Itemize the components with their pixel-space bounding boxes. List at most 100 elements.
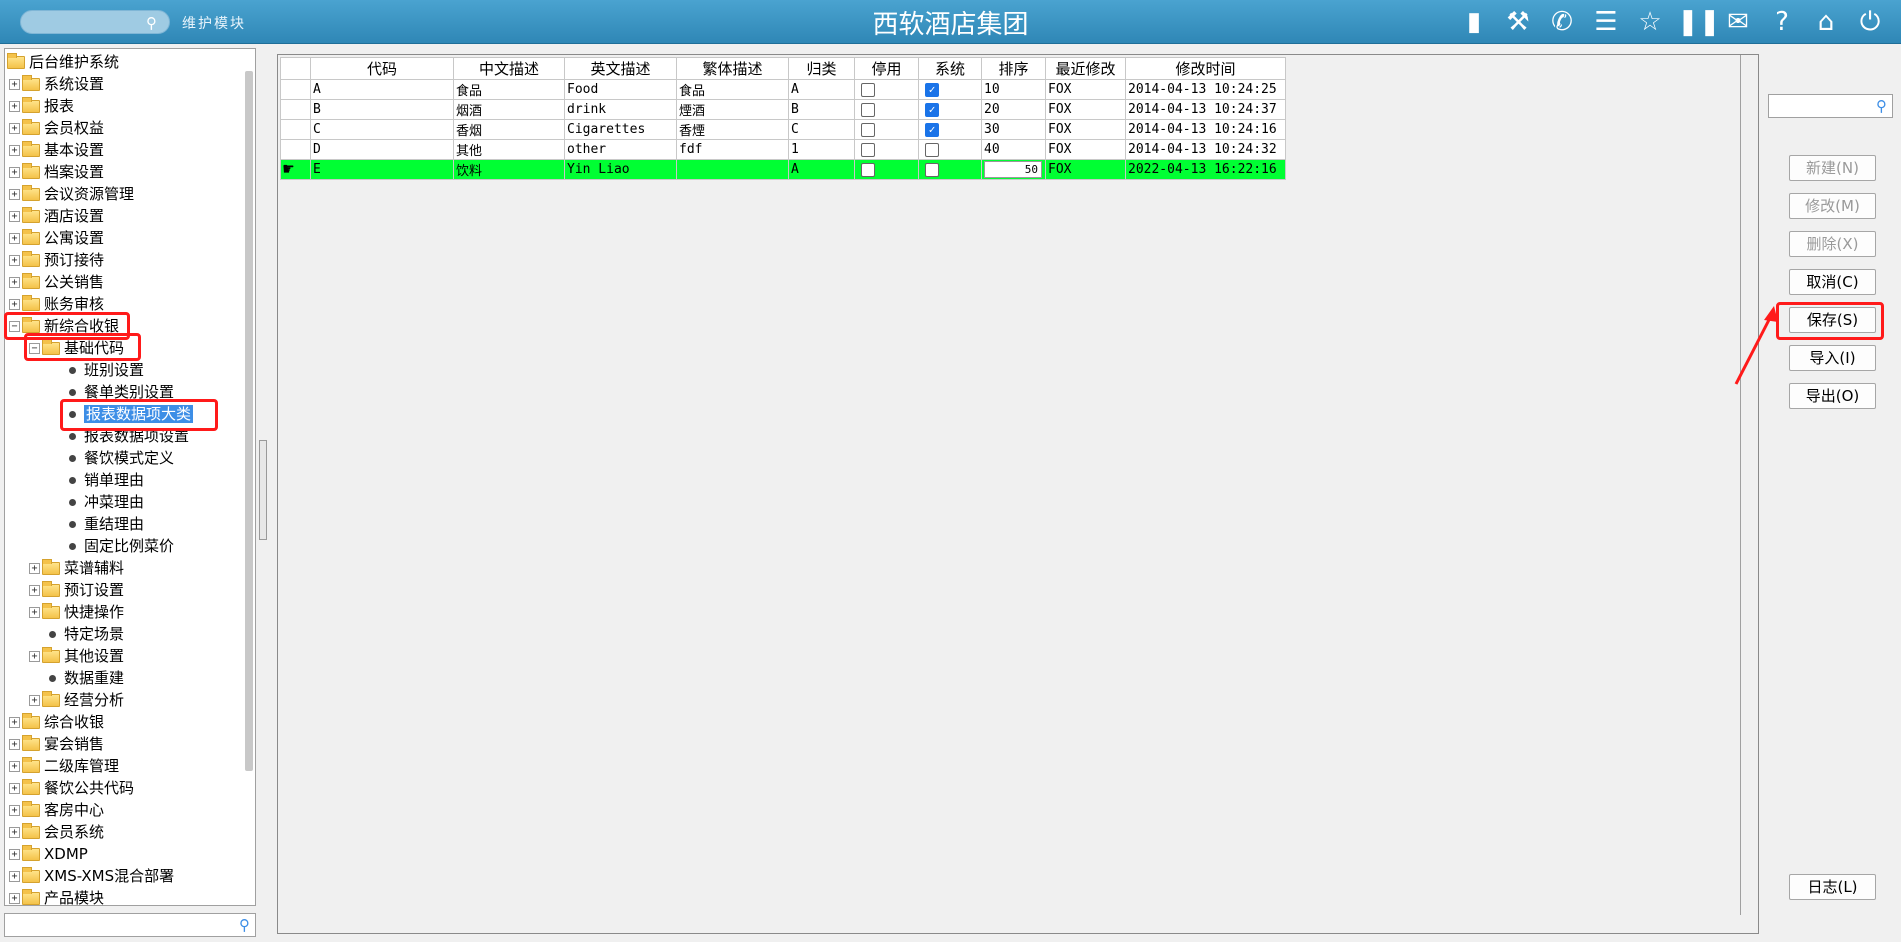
expand-icon[interactable]: + — [9, 233, 20, 244]
col-header[interactable]: 系统 — [918, 57, 982, 80]
cell-cn[interactable]: 烟酒 — [453, 99, 565, 120]
table-row[interactable]: A 食品 Food 食品 A ✓ 10 FOX 2014-04-13 10:24:25 — [280, 79, 1286, 100]
tree-item[interactable]: + 其他设置 — [29, 645, 124, 667]
system-checkbox[interactable]: ✓ — [925, 102, 939, 117]
mail-icon[interactable]: ✉ — [1721, 6, 1755, 38]
expand-icon[interactable]: + — [9, 79, 20, 90]
cell-cat[interactable]: 1 — [788, 139, 855, 160]
expand-icon[interactable]: + — [9, 717, 20, 728]
search-icon[interactable]: ⚲ — [1876, 97, 1887, 115]
disabled-checkbox[interactable] — [861, 102, 875, 117]
cell-en[interactable]: Food — [564, 79, 677, 100]
cell-cn[interactable]: 饮料 — [453, 159, 565, 180]
cell-modifier[interactable]: FOX — [1045, 99, 1126, 120]
expand-icon[interactable]: + — [9, 893, 20, 904]
tree-item-reservation[interactable]: + 预订接待 — [9, 249, 104, 271]
tree-item[interactable]: + 快捷操作 — [29, 601, 124, 623]
expand-icon[interactable]: + — [9, 189, 20, 200]
tree-item[interactable]: + 经营分析 — [29, 689, 124, 711]
col-header[interactable]: 停用 — [854, 57, 919, 80]
cell-time[interactable]: 2014-04-13 10:24:37 — [1125, 99, 1286, 120]
cell-disabled[interactable] — [854, 119, 919, 140]
expand-icon[interactable]: + — [9, 761, 20, 772]
cell-time[interactable]: 2022-04-13 16:22:16 — [1125, 159, 1286, 180]
delete-button[interactable]: 删除(X) — [1789, 231, 1876, 257]
tree-item-system-settings[interactable]: + 系统设置 — [9, 73, 104, 95]
cell-cat[interactable]: C — [788, 119, 855, 140]
cell-code[interactable]: B — [310, 99, 454, 120]
cell-modifier[interactable]: FOX — [1045, 79, 1126, 100]
new-button[interactable]: 新建(N) — [1789, 155, 1876, 181]
cell-system[interactable]: ✓ — [918, 79, 982, 100]
expand-icon[interactable]: + — [9, 211, 20, 222]
tree-item[interactable]: + 餐饮公共代码 — [9, 777, 134, 799]
tree-item-audit[interactable]: + 账务审核 — [9, 293, 104, 315]
power-icon[interactable]: ⏻ — [1853, 6, 1887, 38]
order-edit-input[interactable]: 50 — [984, 161, 1042, 178]
expand-icon[interactable]: + — [9, 167, 20, 178]
cell-code[interactable]: E — [310, 159, 454, 180]
edit-button[interactable]: 修改(M) — [1789, 193, 1876, 219]
cell-system[interactable]: ✓ — [918, 99, 982, 120]
expand-icon[interactable]: + — [9, 123, 20, 134]
cell-disabled[interactable] — [854, 139, 919, 160]
tree-item-basic-settings[interactable]: + 基本设置 — [9, 139, 104, 161]
expand-icon[interactable]: + — [9, 827, 20, 838]
cell-system[interactable]: ✓ — [918, 119, 982, 140]
cell-tw[interactable]: 煙酒 — [676, 99, 789, 120]
col-header[interactable]: 英文描述 — [564, 57, 677, 80]
cell-modifier[interactable]: FOX — [1045, 159, 1126, 180]
tree-item[interactable]: + 客房中心 — [9, 799, 104, 821]
menu-icon[interactable]: ☰ — [1589, 6, 1623, 38]
col-header[interactable]: 中文描述 — [453, 57, 565, 80]
collapse-icon[interactable]: − — [29, 343, 40, 354]
cell-cat[interactable]: A — [788, 79, 855, 100]
tree-leaf[interactable]: 报表数据项设置 — [65, 425, 189, 447]
cell-order[interactable]: 10 — [981, 79, 1046, 100]
cell-time[interactable]: 2014-04-13 10:24:32 — [1125, 139, 1286, 160]
cell-cn[interactable]: 香烟 — [453, 119, 565, 140]
table-row[interactable]: B 烟酒 drink 煙酒 B ✓ 20 FOX 2014-04-13 10:24:37 — [280, 99, 1286, 120]
cell-order[interactable]: 20 — [981, 99, 1046, 120]
cell-order[interactable]: 30 — [981, 119, 1046, 140]
cell-en[interactable]: other — [564, 139, 677, 160]
expand-icon[interactable]: + — [9, 101, 20, 112]
expand-icon[interactable]: + — [9, 739, 20, 750]
expand-icon[interactable]: + — [29, 563, 40, 574]
cell-time[interactable]: 2014-04-13 10:24:16 — [1125, 119, 1286, 140]
cell-order[interactable]: 50 — [981, 159, 1046, 180]
col-header[interactable]: 排序 — [981, 57, 1046, 80]
log-button[interactable]: 日志(L) — [1789, 874, 1876, 900]
cell-disabled[interactable] — [854, 159, 919, 180]
tree-search-input[interactable]: ⚲ — [4, 913, 256, 937]
col-header[interactable]: 归类 — [788, 57, 855, 80]
cell-tw[interactable]: 香煙 — [676, 119, 789, 140]
expand-icon[interactable]: + — [9, 277, 20, 288]
cell-modifier[interactable]: FOX — [1045, 139, 1126, 160]
tree-item-new-pos[interactable]: − 新综合收银 — [9, 315, 119, 337]
grid-scrollbar[interactable] — [1740, 55, 1742, 915]
tree-leaf[interactable]: 班别设置 — [65, 359, 144, 381]
system-checkbox[interactable]: ✓ — [925, 122, 939, 137]
phone-icon[interactable]: ✆ — [1545, 6, 1579, 38]
cell-tw[interactable]: fdf — [676, 139, 789, 160]
star-icon[interactable]: ☆ — [1633, 6, 1667, 38]
tree-item[interactable]: + 综合收银 — [9, 711, 104, 733]
cell-code[interactable]: D — [310, 139, 454, 160]
col-header[interactable]: 修改时间 — [1125, 57, 1286, 80]
tree-item-reports[interactable]: + 报表 — [9, 95, 74, 117]
expand-icon[interactable]: + — [9, 145, 20, 156]
cell-tw[interactable]: 食品 — [676, 79, 789, 100]
tree-root[interactable]: 后台维护系统 — [7, 51, 119, 73]
expand-icon[interactable]: + — [29, 695, 40, 706]
tree-leaf[interactable]: 销单理由 — [65, 469, 144, 491]
home-icon[interactable]: ⌂ — [1809, 6, 1843, 38]
cell-code[interactable]: A — [310, 79, 454, 100]
expand-icon[interactable]: + — [29, 651, 40, 662]
tree-item-base-codes[interactable]: − 基础代码 — [29, 337, 124, 359]
tree-item[interactable]: + 宴会销售 — [9, 733, 104, 755]
system-checkbox[interactable]: ✓ — [925, 82, 939, 97]
cell-cn[interactable]: 食品 — [453, 79, 565, 100]
disabled-checkbox[interactable] — [861, 162, 875, 177]
help-icon[interactable]: ? — [1765, 6, 1799, 38]
